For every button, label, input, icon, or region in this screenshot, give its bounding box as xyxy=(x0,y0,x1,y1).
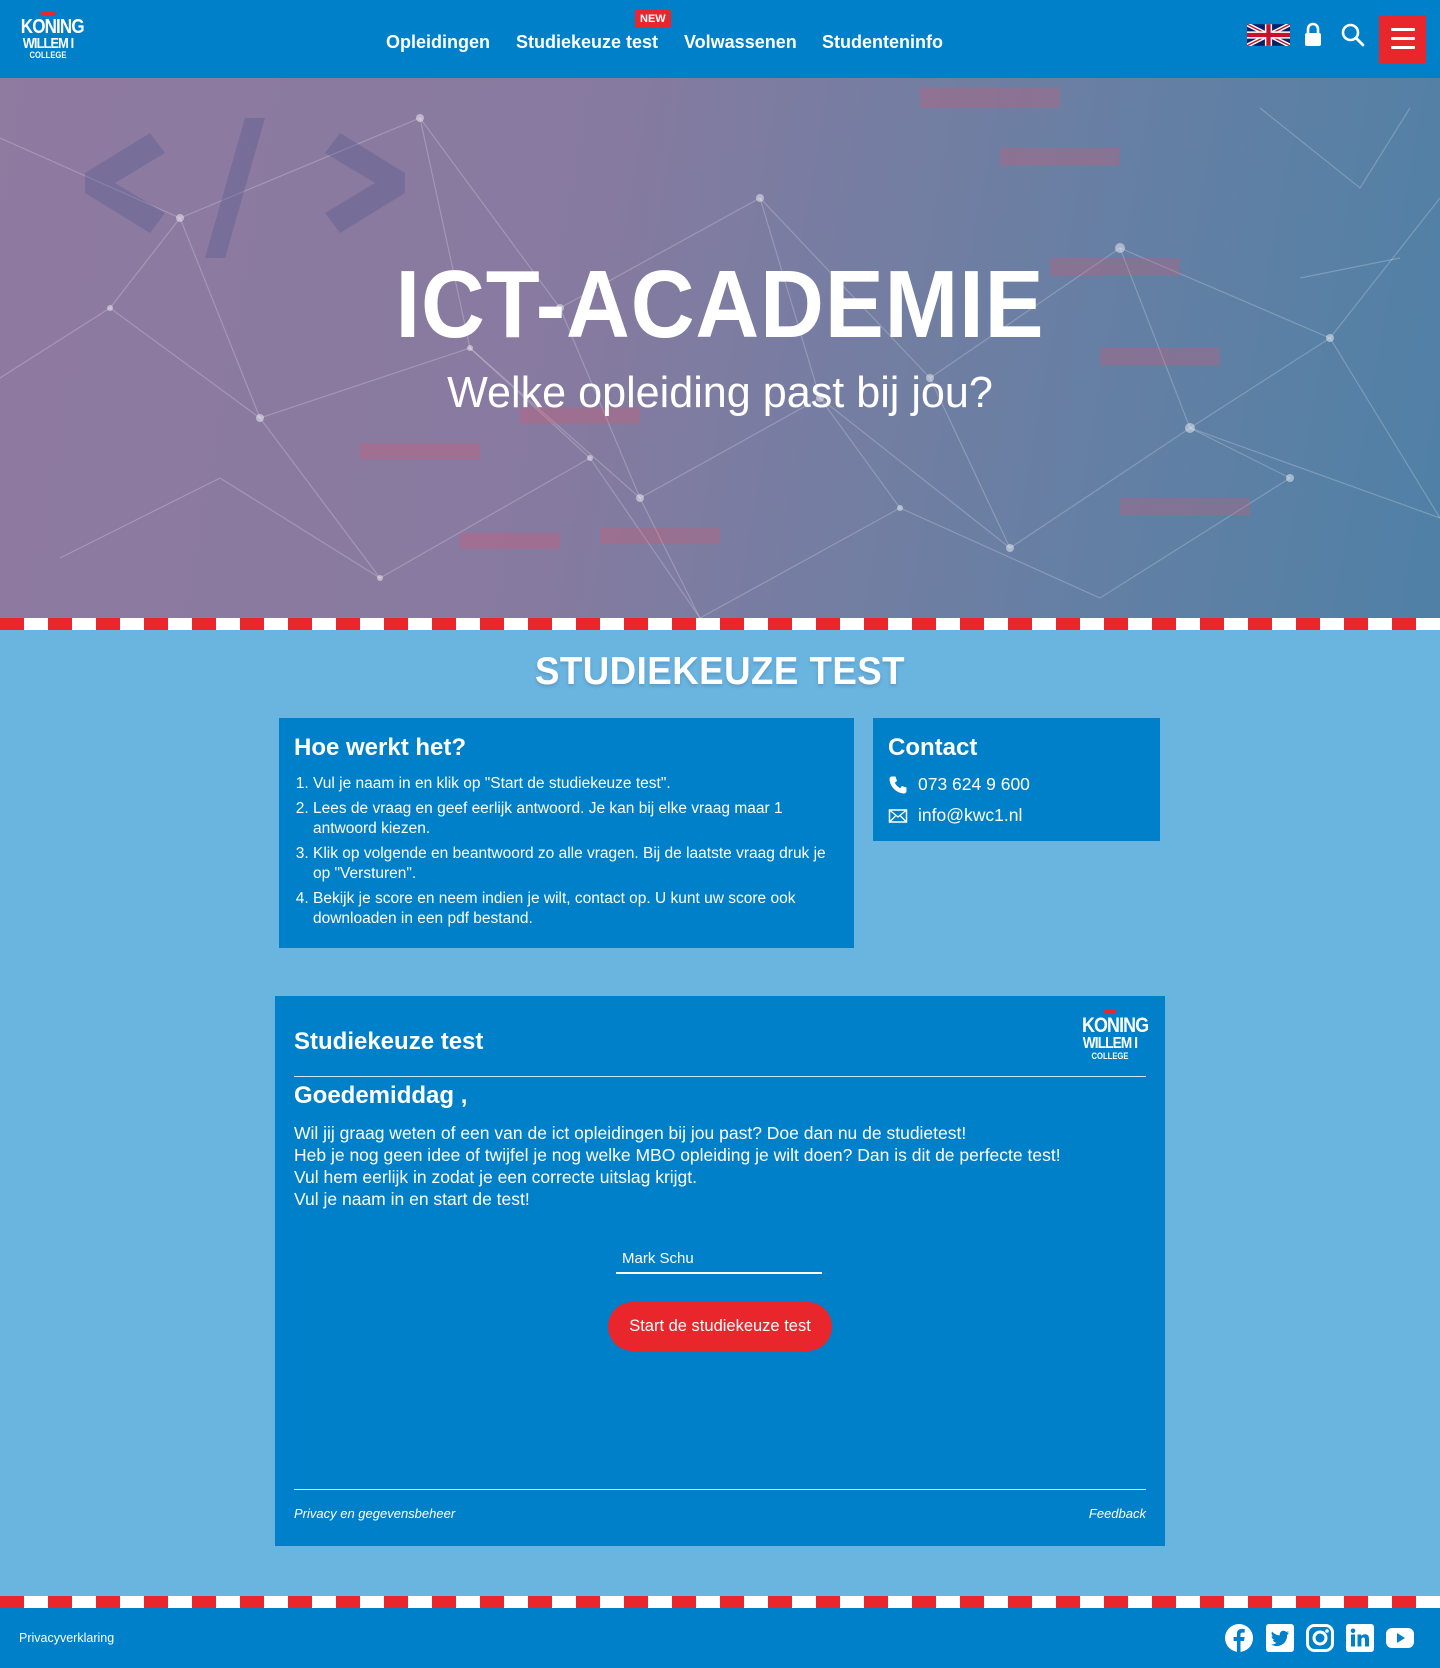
feedback-link[interactable]: Feedback xyxy=(1089,1506,1146,1521)
site-header: KONING WILLEM I COLLEGE Opleidingen Stud… xyxy=(0,0,1440,78)
how-it-works-title: Hoe werkt het? xyxy=(294,734,467,761)
new-badge: NEW xyxy=(635,10,671,28)
striped-divider-bottom xyxy=(0,1596,1440,1608)
how-it-works-steps: Vul je naam in en klik op "Start de stud… xyxy=(294,774,839,929)
twitter-icon[interactable] xyxy=(1265,1623,1295,1653)
test-header-divider xyxy=(294,1076,1146,1077)
uk-flag-icon[interactable] xyxy=(1247,24,1290,46)
site-footer: Privacyverklaring xyxy=(0,1608,1440,1668)
test-card-title: Studiekeuze test xyxy=(294,1028,484,1055)
step-item: Bekijk je score en neem indien je wilt, … xyxy=(313,889,839,929)
phone-icon xyxy=(889,776,907,794)
instagram-icon[interactable] xyxy=(1305,1623,1335,1653)
intro-line: Vul je naam in en start de test! xyxy=(294,1189,530,1209)
envelope-icon xyxy=(888,808,908,823)
search-icon[interactable] xyxy=(1340,22,1366,48)
intro-line: Heb je nog geen idee of twijfel je nog w… xyxy=(294,1145,1061,1165)
nav-item-studenteninfo[interactable]: Studenteninfo xyxy=(822,32,943,53)
youtube-icon[interactable] xyxy=(1385,1623,1415,1653)
section-title: STUDIEKEUZE TEST xyxy=(534,650,906,693)
step-item: Lees de vraag en geef eerlijk antwoord. … xyxy=(313,799,839,839)
step-item: Klik op volgende en beantwoord zo alle v… xyxy=(313,844,839,884)
privacy-data-link[interactable]: Privacy en gegevensbeheer xyxy=(294,1506,455,1521)
contact-card: Contact 073 624 9 600 info@kwc1.nl xyxy=(873,718,1160,841)
test-intro: Wil jij graag weten of een van de ict op… xyxy=(294,1122,1061,1210)
hero-banner: ICT-ACADEMIE Welke opleiding past bij jo… xyxy=(0,78,1440,618)
hero-subtitle: Welke opleiding past bij jou? xyxy=(447,368,993,417)
test-logo-line-3: COLLEGE xyxy=(1091,1051,1129,1061)
start-test-button[interactable]: Start de studiekeuze test xyxy=(608,1302,832,1351)
test-footer-divider xyxy=(294,1489,1146,1490)
intro-line: Wil jij graag weten of een van de ict op… xyxy=(294,1123,967,1143)
greeting: Goedemiddag , xyxy=(294,1082,468,1109)
facebook-icon[interactable] xyxy=(1224,1623,1254,1653)
nav-item-opleidingen[interactable]: Opleidingen xyxy=(386,32,490,53)
contact-email[interactable]: info@kwc1.nl xyxy=(918,805,1022,826)
test-logo-line-2: WILLEM I xyxy=(1082,1035,1138,1052)
step-item: Vul je naam in en klik op "Start de stud… xyxy=(313,774,839,794)
contact-title: Contact xyxy=(888,734,978,761)
striped-divider-top xyxy=(0,618,1440,630)
name-input[interactable] xyxy=(616,1244,822,1274)
test-card-logo: KONING WILLEM I COLLEGE xyxy=(1077,1010,1149,1061)
how-it-works-card: Hoe werkt het? Vul je naam in en klik op… xyxy=(279,718,854,948)
privacy-statement-link[interactable]: Privacyverklaring xyxy=(19,1631,114,1645)
hero-title: ICT-ACADEMIE xyxy=(395,251,1045,358)
test-logo-line-1: KONING xyxy=(1081,1014,1149,1037)
linkedin-icon[interactable] xyxy=(1345,1623,1375,1653)
intro-line: Vul hem eerlijk in zodat je een correcte… xyxy=(294,1167,698,1187)
studiekeuze-test-card: Studiekeuze test KONING WILLEM I COLLEGE… xyxy=(275,996,1165,1546)
contact-email-row[interactable]: info@kwc1.nl xyxy=(888,805,1145,826)
hamburger-menu-icon[interactable] xyxy=(1379,15,1426,63)
nav-item-studiekeuze-test[interactable]: Studiekeuze test xyxy=(516,32,658,53)
nav-item-volwassenen[interactable]: Volwassenen xyxy=(684,32,797,53)
main-nav: Opleidingen Studiekeuze test Volwassenen… xyxy=(0,32,1440,56)
lock-icon[interactable] xyxy=(1303,22,1323,48)
contact-phone[interactable]: 073 624 9 600 xyxy=(918,774,1030,795)
contact-phone-row[interactable]: 073 624 9 600 xyxy=(888,774,1145,795)
